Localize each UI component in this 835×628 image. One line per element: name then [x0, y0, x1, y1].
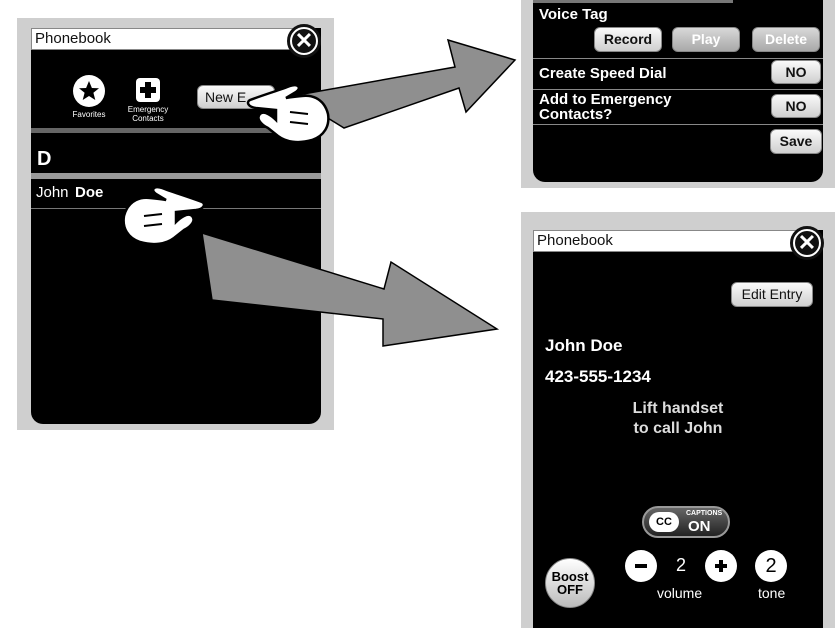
pointing-hand-icon [246, 83, 330, 144]
emergency-toggle[interactable]: NO [771, 94, 821, 118]
row-divider-3 [533, 124, 823, 125]
play-button[interactable]: Play [672, 27, 740, 52]
minus-icon [635, 564, 647, 568]
voice-tag-label: Voice Tag [539, 6, 608, 23]
emergency-value: NO [785, 98, 807, 114]
save-label: Save [779, 133, 813, 149]
captions-cc-label: CC [656, 516, 672, 528]
captions-small-label: CAPTIONS [686, 510, 723, 517]
volume-label: volume [657, 585, 703, 601]
close-icon: ✕ [292, 29, 316, 53]
play-label: Play [691, 31, 721, 47]
volume-decrease-button[interactable] [625, 550, 657, 582]
speed-dial-value: NO [785, 64, 807, 80]
delete-button[interactable]: Delete [752, 27, 820, 52]
row-divider-2 [533, 89, 823, 90]
contact-detail-screen: Phonebook Edit Entry John Doe 423-555-12… [533, 230, 823, 628]
edit-entry-button[interactable]: Edit Entry [731, 282, 813, 307]
volume-increase-button[interactable] [705, 550, 737, 582]
record-button[interactable]: Record [594, 27, 662, 52]
pointing-hand-icon [122, 185, 206, 246]
speed-dial-toggle[interactable]: NO [771, 60, 821, 84]
contact-last-name: Doe [75, 184, 104, 201]
phonebook-title: Phonebook [35, 30, 111, 47]
tone-button[interactable]: 2 [755, 550, 787, 582]
section-letter: D [37, 148, 52, 170]
phone-number: 423-555-1234 [545, 367, 651, 386]
phone-captions-icon: CC [649, 512, 679, 532]
save-button[interactable]: Save [770, 129, 822, 154]
edit-entry-screen: Voice Tag Record Play Delete Create Spee… [533, 0, 823, 182]
tone-label: tone [758, 585, 786, 601]
detail-title-bar: Phonebook [533, 230, 798, 252]
left-close-button[interactable]: ✕ [287, 24, 321, 58]
contact-name: John Doe [545, 336, 623, 355]
speed-dial-label: Create Speed Dial [539, 65, 667, 82]
star-icon [73, 75, 105, 107]
call-message-line1: Lift handset [632, 400, 724, 417]
contact-first-name: John [36, 184, 69, 201]
record-label: Record [603, 31, 653, 47]
delete-label: Delete [764, 31, 808, 47]
captions-on-label: ON [688, 518, 711, 535]
emergency-question-line2: Contacts? [539, 106, 613, 123]
emergency-contacts-label: Emergency Contacts [127, 105, 169, 123]
boost-value: OFF [557, 582, 583, 597]
emergency-question-line1: Add to Emergency [539, 91, 672, 108]
top-strip [533, 0, 733, 3]
favorites-label: Favorites [72, 110, 106, 119]
edit-entry-label: Edit Entry [741, 286, 803, 302]
row-divider [533, 58, 823, 59]
emergency-contacts-button[interactable]: Emergency Contacts [123, 75, 173, 123]
favorites-button[interactable]: Favorites [67, 75, 111, 119]
new-entry-label: New E [205, 89, 247, 105]
tone-value: 2 [765, 555, 777, 577]
captions-toggle-button[interactable]: CC CAPTIONS ON [642, 506, 730, 538]
plus-icon [136, 78, 160, 102]
call-message-line2: to call John [633, 420, 723, 437]
phonebook-title-bar: Phonebook [31, 28, 293, 50]
detail-title: Phonebook [537, 232, 613, 249]
volume-value: 2 [676, 555, 687, 575]
close-icon: ✕ [795, 231, 819, 255]
detail-close-button[interactable]: ✕ [790, 226, 824, 260]
boost-button[interactable]: Boost OFF [545, 558, 595, 608]
